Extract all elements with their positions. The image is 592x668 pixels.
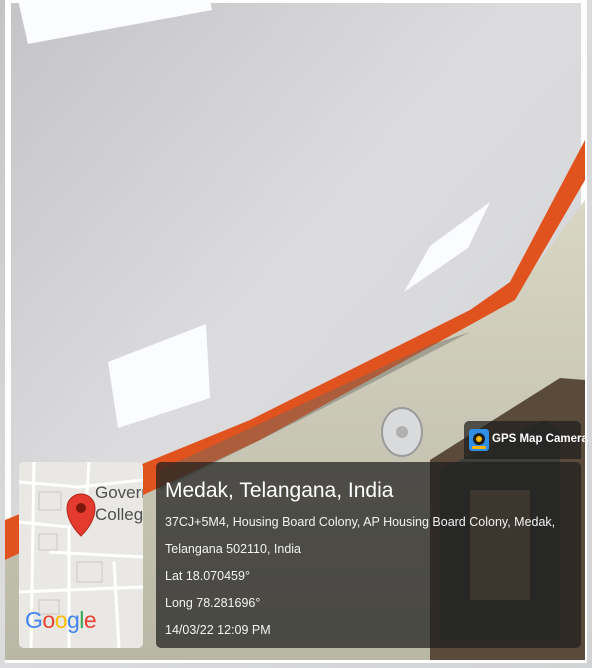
badge-label: GPS Map Camera xyxy=(492,433,588,445)
location-info-panel: Medak, Telangana, India 37CJ+5M4, Housin… xyxy=(156,462,581,648)
google-logo-letter: G xyxy=(25,607,43,633)
google-logo-letter: g xyxy=(66,607,80,633)
gps-map-camera-icon xyxy=(469,429,489,451)
gps-map-camera-badge: GPS Map Camera xyxy=(464,421,588,459)
address-line1: 37CJ+5M4, Housing Board Colony, AP Housi… xyxy=(165,515,556,529)
latitude: Lat 18.070459° xyxy=(165,569,250,583)
google-logo-letter: o xyxy=(42,607,55,633)
timestamp: 14/03/22 12:09 PM xyxy=(165,623,271,637)
google-logo: Google xyxy=(25,607,97,634)
google-logo-letter: o xyxy=(54,607,68,633)
map-thumbnail[interactable]: Govern College Google xyxy=(19,462,143,648)
location-title: Medak, Telangana, India xyxy=(165,479,394,502)
map-place-label-line1: Govern xyxy=(95,483,143,502)
photo-frame: Govern College Google GPS Map Camera Med… xyxy=(0,0,592,668)
address-line2: Telangana 502110, India xyxy=(165,542,301,556)
map-place-label-line2: College xyxy=(95,505,143,524)
google-logo-letter: e xyxy=(83,607,97,633)
longitude: Long 78.281696° xyxy=(165,596,261,610)
